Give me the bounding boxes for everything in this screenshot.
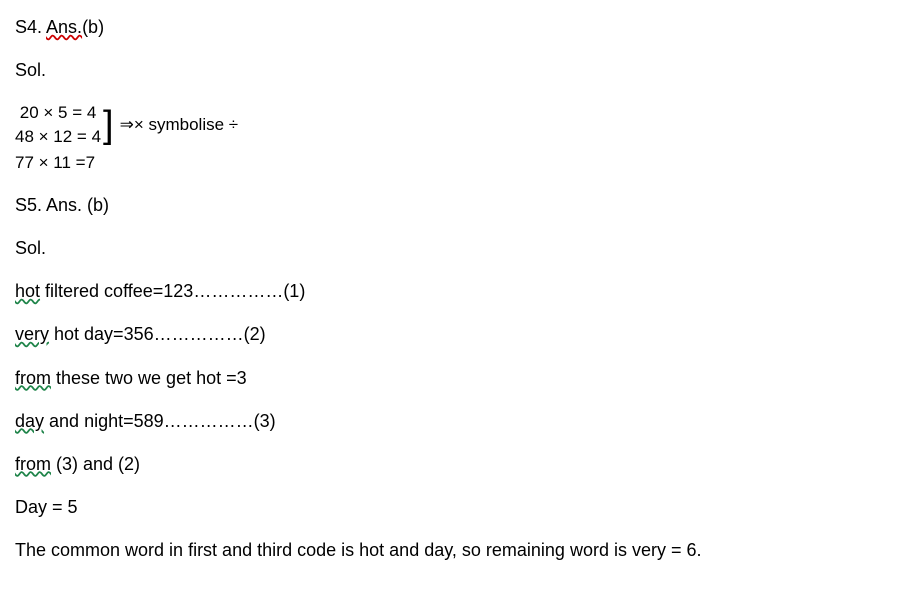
s5-line4: day and night=589……………(3) [15, 409, 904, 434]
s4-prefix: S4. [15, 17, 46, 37]
s5-line2-rest: hot day=356……………(2) [49, 324, 266, 344]
s5-line1: hot filtered coffee=123……………(1) [15, 279, 904, 304]
s4-sol-label: Sol. [15, 58, 904, 83]
s5-line3-word: from [15, 368, 51, 388]
s5-header: S5. Ans. (b) [15, 193, 904, 218]
s4-symbolise: ⇒× symbolise ÷ [120, 113, 239, 137]
bracket-right: ] [103, 106, 114, 144]
s5-line7: The common word in first and third code … [15, 538, 904, 563]
s4-suffix: (b) [82, 17, 104, 37]
s5-line4-word: day [15, 411, 44, 431]
s4-math-lines: 20 × 5 = 4 48 × 12 = 4 [15, 101, 101, 149]
s5-line4-rest: and night=589……………(3) [44, 411, 276, 431]
s4-math-line1: 20 × 5 = 4 [15, 101, 101, 125]
s4-header: S4. Ans.(b) [15, 15, 904, 40]
s5-sol-label: Sol. [15, 236, 904, 261]
s5-line2-word: very [15, 324, 49, 344]
s5-line2: very hot day=356……………(2) [15, 322, 904, 347]
s5-line1-word: hot [15, 281, 40, 301]
s5-line3-rest: these two we get hot =3 [51, 368, 247, 388]
s5-line6: Day = 5 [15, 495, 904, 520]
s5-line3: from these two we get hot =3 [15, 366, 904, 391]
s4-math-line2: 48 × 12 = 4 [15, 125, 101, 149]
s5-line5: from (3) and (2) [15, 452, 904, 477]
s4-math-line3: 77 × 11 =7 [15, 151, 904, 175]
s4-ans-text: Ans. [46, 17, 82, 37]
s4-math-block: 20 × 5 = 4 48 × 12 = 4 ] ⇒× symbolise ÷ [15, 101, 904, 149]
s5-line1-rest: filtered coffee=123……………(1) [40, 281, 305, 301]
s5-line5-rest: (3) and (2) [51, 454, 140, 474]
s5-line5-word: from [15, 454, 51, 474]
